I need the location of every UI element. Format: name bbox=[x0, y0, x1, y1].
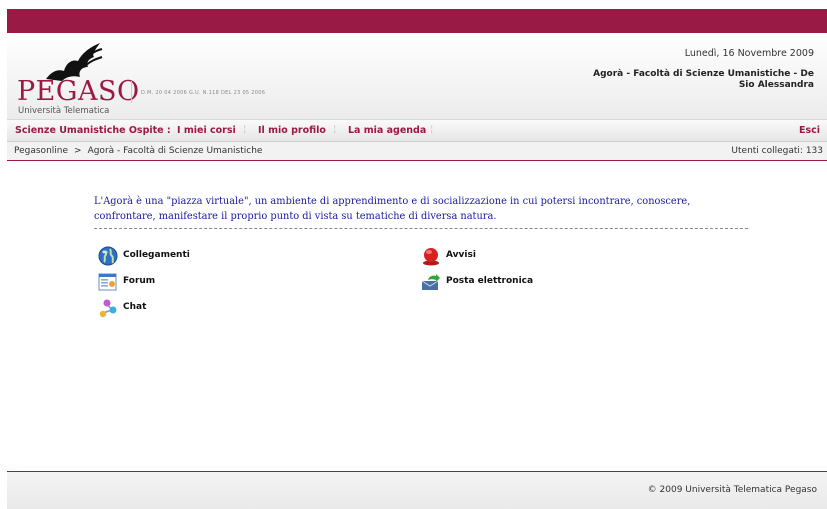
main-nav: Scienze Umanistiche Ospite : I miei cors… bbox=[7, 120, 827, 142]
online-users-count: Utenti collegati: 133 bbox=[731, 146, 823, 156]
tool-label[interactable]: Avvisi bbox=[446, 250, 476, 260]
faculty-user-title: Agorà - Facoltà di Scienze Umanistiche -… bbox=[593, 69, 814, 90]
nav-separator: ¦ bbox=[430, 124, 434, 135]
logo-wordmark: PEGASO bbox=[17, 76, 140, 107]
alarm-icon bbox=[423, 248, 439, 266]
chat-icon bbox=[99, 299, 117, 318]
nav-separator: ¦ bbox=[333, 124, 337, 135]
agora-intro-text: L'Agorà è una "piazza virtuale", un ambi… bbox=[94, 196, 691, 222]
forum-icon bbox=[98, 273, 117, 291]
decree-text: D.M. 20 04 2006 G.U. N.118 DEL 23 05 200… bbox=[141, 90, 266, 96]
logo-divider bbox=[131, 81, 132, 103]
nav-separator: ¦ bbox=[243, 124, 247, 135]
breadcrumb: Pegasonline > Agorà - Facoltà di Scienze U… bbox=[14, 146, 262, 156]
logo-subtitle: Università Telematica bbox=[18, 106, 110, 116]
footer: © 2009 Università Telematica Pegaso bbox=[7, 472, 827, 509]
nav-item-my-profile[interactable]: Il mio profilo bbox=[258, 125, 326, 136]
breadcrumb-arrow: > bbox=[74, 146, 82, 156]
logout-link[interactable]: Esci bbox=[799, 125, 820, 136]
breadcrumb-bar: Pegasonline > Agorà - Facoltà di Scienze U… bbox=[7, 142, 827, 161]
globe-icon bbox=[98, 246, 118, 266]
breadcrumb-item-home[interactable]: Pegasonline bbox=[14, 146, 68, 156]
mail-icon bbox=[421, 274, 440, 290]
tool-label[interactable]: Collegamenti bbox=[123, 250, 190, 260]
breadcrumb-item-current: Agorà - Facoltà di Scienze Umanistiche bbox=[87, 146, 263, 156]
nav-section-label: Scienze Umanistiche Ospite : bbox=[15, 125, 171, 136]
current-date: Lunedì, 16 Novembre 2009 bbox=[684, 48, 814, 59]
pegaso-logo[interactable]: PEGASO Università Telematica bbox=[14, 41, 139, 117]
tool-label[interactable]: Forum bbox=[123, 276, 155, 286]
intro-divider bbox=[94, 228, 748, 229]
header: PEGASO Università Telematica D.M. 20 04 … bbox=[7, 33, 827, 120]
pegasus-icon bbox=[46, 43, 103, 81]
copyright-text: © 2009 Università Telematica Pegaso bbox=[647, 485, 817, 495]
tool-label[interactable]: Chat bbox=[123, 302, 146, 312]
nav-item-my-courses[interactable]: I miei corsi bbox=[177, 125, 236, 136]
nav-item-my-agenda[interactable]: La mia agenda bbox=[348, 125, 426, 136]
top-color-bar bbox=[7, 9, 827, 33]
tool-label[interactable]: Posta elettronica bbox=[446, 276, 533, 286]
